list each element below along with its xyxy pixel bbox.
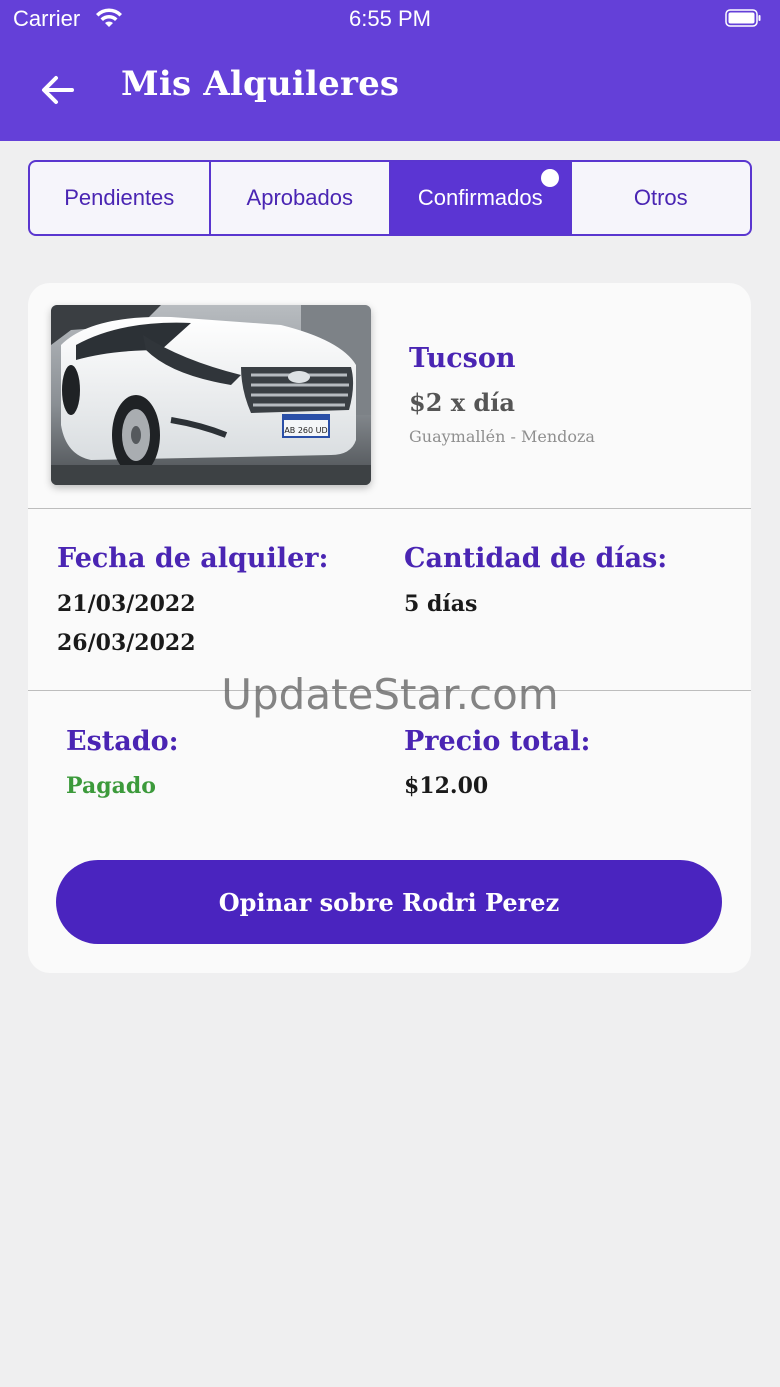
total-price-value: $12.00	[404, 773, 489, 799]
back-button[interactable]	[36, 70, 80, 110]
tab-label: Otros	[633, 185, 688, 210]
divider	[28, 508, 751, 509]
review-owner-button[interactable]: Opinar sobre Rodri Perez	[56, 860, 722, 944]
app-header: Carrier 6:55 PM Mis Alquileres	[0, 0, 780, 141]
license-plate: AB 260 UD	[284, 426, 327, 435]
tab-label: Pendientes	[64, 185, 175, 210]
page-title: Mis Alquileres	[121, 64, 400, 104]
car-price-per-day: $2 x día	[409, 388, 515, 417]
arrow-left-icon	[42, 76, 74, 104]
car-location: Guaymallén - Mendoza	[409, 427, 595, 446]
rental-start-date: 21/03/2022	[57, 591, 196, 617]
notification-dot	[540, 169, 559, 187]
tab-otros[interactable]: Otros	[572, 162, 751, 234]
status-time: 6:55 PM	[349, 6, 431, 31]
watermark: UpdateStar.com	[221, 670, 559, 719]
rental-card: AB 260 UD Tucson $2 x día Guaymallén - M…	[28, 283, 751, 973]
tab-label: Confirmados	[417, 185, 543, 210]
rental-end-date: 26/03/2022	[57, 630, 196, 656]
tab-confirmados[interactable]: Confirmados	[391, 162, 572, 234]
tab-label: Aprobados	[246, 185, 353, 210]
days-value: 5 días	[404, 591, 478, 617]
car-photo: AB 260 UD	[51, 305, 371, 485]
tab-aprobados[interactable]: Aprobados	[211, 162, 391, 234]
rental-date-label: Fecha de alquiler:	[57, 543, 329, 574]
review-owner-button-label: Opinar sobre Rodri Perez	[218, 887, 560, 917]
total-price-label: Precio total:	[404, 726, 591, 757]
tab-pendientes[interactable]: Pendientes	[30, 162, 211, 234]
days-label: Cantidad de días:	[404, 543, 668, 574]
battery-icon	[725, 9, 761, 27]
status-value: Pagado	[66, 773, 156, 799]
status-label: Estado:	[66, 726, 179, 757]
car-name: Tucson	[409, 343, 516, 374]
rental-status-tabs: Pendientes Aprobados Confirmados Otros	[28, 160, 752, 236]
